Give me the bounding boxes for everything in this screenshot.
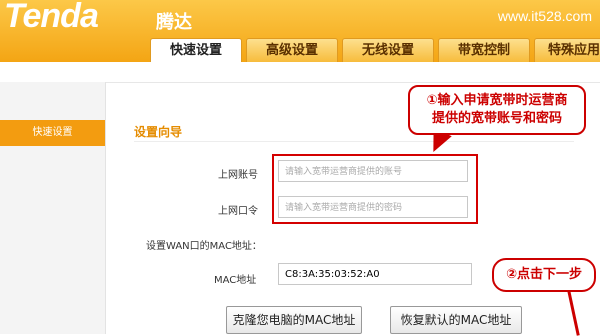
watermark-site: www.it528.com <box>497 8 592 24</box>
password-label: 上网口令 <box>218 206 258 217</box>
callout1-line2: 提供的宽带账号和密码 <box>431 111 562 126</box>
mac-address-label: MAC地址 <box>214 275 257 286</box>
tenda-logo-chinese: 腾达 <box>156 12 192 33</box>
tab-special-applications[interactable]: 特殊应用 <box>534 38 600 62</box>
sub-bar <box>0 62 600 83</box>
callout-next-step: ②点击下一步 <box>492 258 596 292</box>
wan-mac-label: 设置WAN口的MAC地址： <box>146 241 262 252</box>
clone-mac-button[interactable]: 克隆您电脑的MAC地址 <box>226 306 362 334</box>
mac-address-input[interactable]: C8:3A:35:03:52:A0 <box>278 263 472 285</box>
sidebar-item-quick-setup[interactable]: 快速设置 <box>0 120 105 146</box>
account-label: 上网账号 <box>218 170 258 181</box>
callout-account-password: ①输入申请宽带时运营商 提供的宽带账号和密码 <box>408 85 586 135</box>
restore-mac-button[interactable]: 恢复默认的MAC地址 <box>390 306 522 334</box>
tab-wireless-setup[interactable]: 无线设置 <box>342 38 434 62</box>
tab-bandwidth-control[interactable]: 带宽控制 <box>438 38 530 62</box>
top-header: Tenda 腾达 www.it528.com 快速设置 高级设置 无线设置 带宽… <box>0 0 600 62</box>
section-title: 设置向导 <box>134 125 183 139</box>
highlight-box <box>272 154 478 224</box>
sidebar: 快速设置 <box>0 82 106 334</box>
tab-quick-setup[interactable]: 快速设置 <box>150 38 242 62</box>
tenda-logo: Tenda <box>4 0 99 35</box>
section-divider <box>134 141 574 142</box>
tab-advanced-setup[interactable]: 高级设置 <box>246 38 338 62</box>
callout1-line1: ①输入申请宽带时运营商 <box>426 93 568 108</box>
